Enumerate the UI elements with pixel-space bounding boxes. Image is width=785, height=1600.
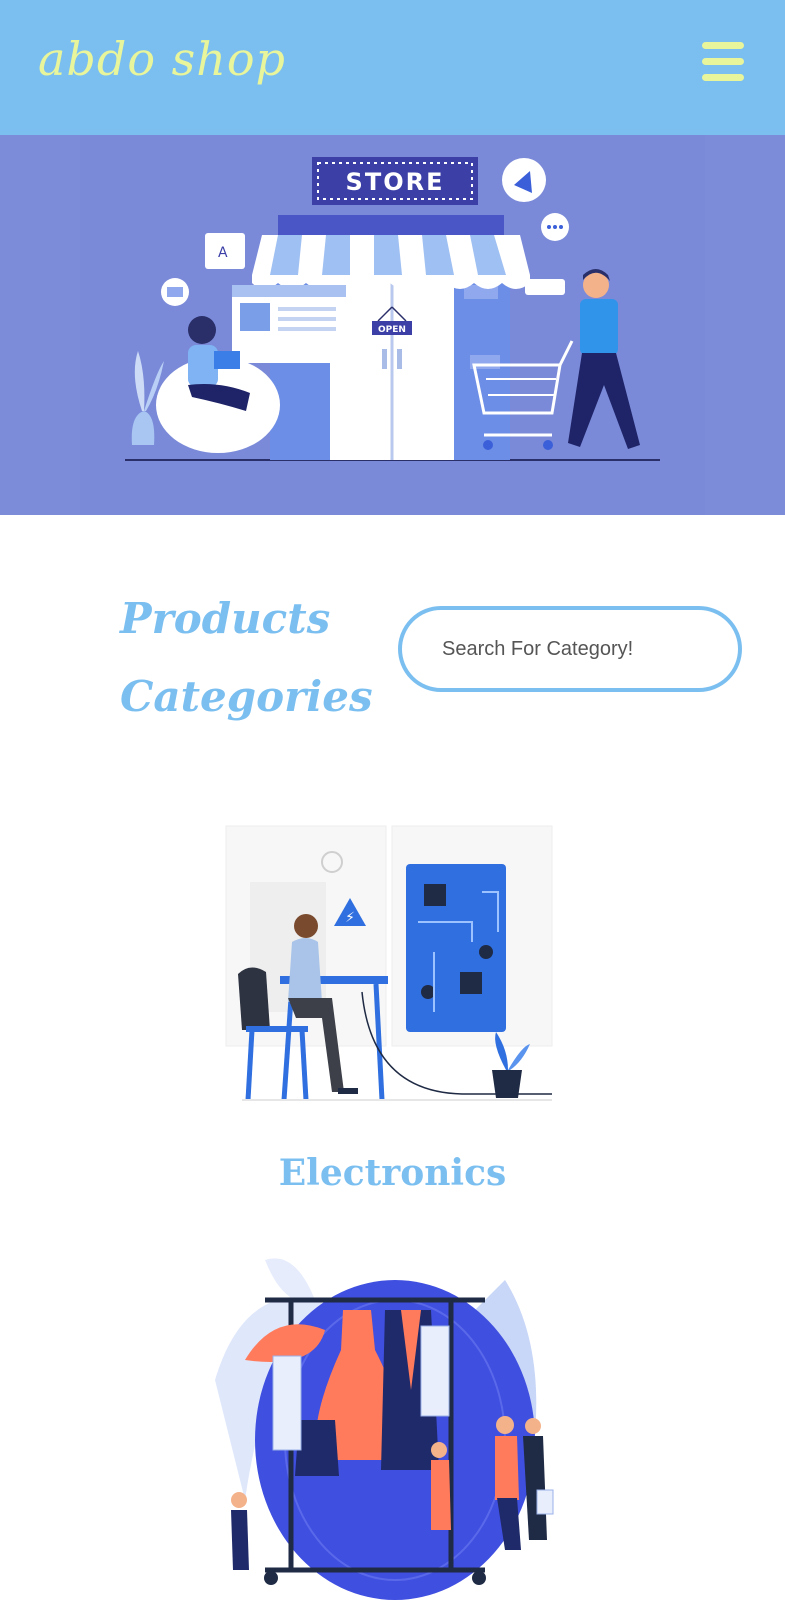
svg-text:A: A	[218, 245, 228, 261]
section-title-line-2: Categories	[120, 672, 373, 721]
fashion-category-image[interactable]	[205, 1240, 565, 1600]
section-title: Products Categories	[120, 580, 373, 736]
hamburger-menu-icon[interactable]	[702, 42, 746, 82]
section-title-line-1: Products	[120, 594, 331, 643]
svg-text:⚡: ⚡	[345, 910, 355, 926]
category-label-electronics[interactable]: Electronics	[0, 1152, 785, 1194]
hero-banner: STORE OPEN A	[0, 135, 785, 515]
electronics-category-image[interactable]: ⚡	[222, 822, 562, 1122]
category-search-input[interactable]	[398, 606, 742, 692]
top-header: abdo shop	[0, 0, 785, 135]
brand-logo[interactable]: abdo shop	[38, 32, 286, 86]
store-illustration: STORE OPEN A	[80, 135, 705, 515]
open-sign-text: OPEN	[378, 325, 406, 335]
store-sign-text: STORE	[346, 168, 445, 196]
